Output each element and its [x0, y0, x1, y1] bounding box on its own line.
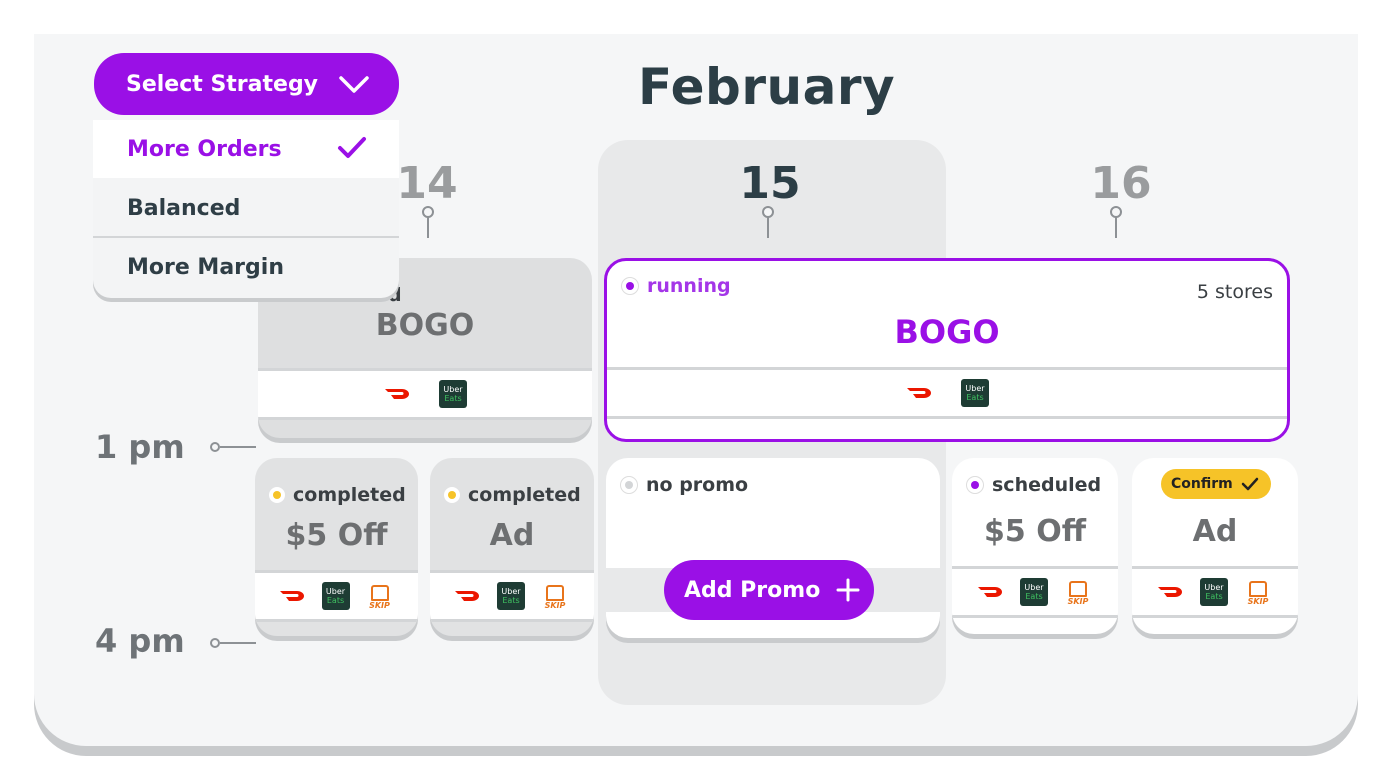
checkmark-icon — [338, 137, 366, 158]
doordash-icon — [1158, 587, 1182, 597]
time-label-1pm: 1 pm — [95, 428, 185, 466]
promo-status: completed — [269, 484, 406, 506]
skipthedishes-icon: SKIP — [1242, 578, 1274, 606]
promo-status: completed — [444, 484, 581, 506]
select-strategy-button[interactable]: Select Strategy — [94, 53, 399, 115]
ubereats-icon: Uber Eats — [321, 582, 350, 610]
promo-name: Ad — [489, 518, 535, 553]
ubereats-icon: Uber Eats — [497, 582, 525, 610]
doordash-icon — [455, 591, 479, 601]
promo-name: BOGO — [375, 308, 475, 343]
check-icon — [1241, 477, 1258, 491]
time-marker-4pm — [210, 638, 256, 648]
plus-icon — [836, 578, 860, 602]
platform-logos: Uber Eats — [258, 368, 592, 420]
platform-logos: Uber Eats SKIP — [1132, 566, 1298, 618]
status-dot-icon — [966, 476, 984, 494]
day-15-pin-icon — [762, 206, 774, 238]
day-16-pin-icon — [1110, 206, 1122, 238]
chevron-down-icon — [339, 76, 369, 93]
promo-status: scheduled — [966, 474, 1101, 496]
skipthedishes-icon: SKIP — [539, 582, 571, 610]
promo-name: BOGO — [894, 313, 1000, 351]
status-dot-icon — [269, 487, 285, 503]
day-14-pin-icon — [422, 206, 434, 238]
promo-card-d15-bogo[interactable]: running 5 stores BOGO Uber Eats — [604, 258, 1290, 442]
ubereats-icon: Uber Eats — [1020, 578, 1048, 606]
promo-card-d14-5off[interactable]: completed $5 Off Uber Eats SKIP — [255, 458, 418, 636]
platform-logos: Uber Eats — [607, 367, 1287, 419]
skipthedishes-icon: SKIP — [1062, 578, 1094, 606]
day-15[interactable]: 15 — [710, 158, 830, 209]
month-title: February — [638, 58, 896, 116]
strategy-option-more-orders[interactable]: More Orders — [93, 120, 399, 178]
platform-logos: Uber Eats SKIP — [952, 566, 1118, 618]
platform-logos: Uber Eats SKIP — [255, 570, 418, 622]
promo-name: $5 Off — [285, 518, 388, 553]
promo-name: $5 Off — [984, 514, 1086, 549]
confirm-button[interactable]: Confirm — [1161, 469, 1271, 499]
add-promo-button[interactable]: Add Promo — [664, 560, 874, 620]
doordash-icon — [279, 591, 304, 601]
store-count: 5 stores — [1196, 281, 1273, 303]
doordash-icon — [907, 388, 931, 398]
ubereats-icon: Uber Eats — [1200, 578, 1228, 606]
ubereats-icon: Uber Eats — [439, 380, 467, 408]
doordash-icon — [385, 389, 409, 399]
time-marker-1pm — [210, 442, 256, 452]
status-dot-icon — [444, 487, 460, 503]
promo-status: running — [621, 275, 731, 297]
promo-card-d16-5off[interactable]: scheduled $5 Off Uber Eats SKIP — [952, 458, 1118, 634]
strategy-menu: More Orders Balanced More Margin — [93, 120, 399, 298]
strategy-option-more-margin[interactable]: More Margin — [93, 238, 399, 296]
platform-logos: Uber Eats SKIP — [430, 570, 594, 622]
doordash-icon — [978, 587, 1002, 597]
time-label-4pm: 4 pm — [95, 622, 185, 660]
ubereats-icon: Uber Eats — [961, 379, 989, 407]
status-dot-icon — [621, 277, 639, 295]
day-16[interactable]: 16 — [1061, 158, 1181, 209]
status-dot-icon — [620, 476, 638, 494]
strategy-option-balanced[interactable]: Balanced — [93, 180, 399, 238]
promo-card-d14-ad[interactable]: completed Ad Uber Eats SKIP — [430, 458, 594, 636]
promo-name: Ad — [1192, 514, 1238, 549]
skipthedishes-icon: SKIP — [364, 582, 396, 610]
promo-status: no promo — [620, 474, 748, 496]
